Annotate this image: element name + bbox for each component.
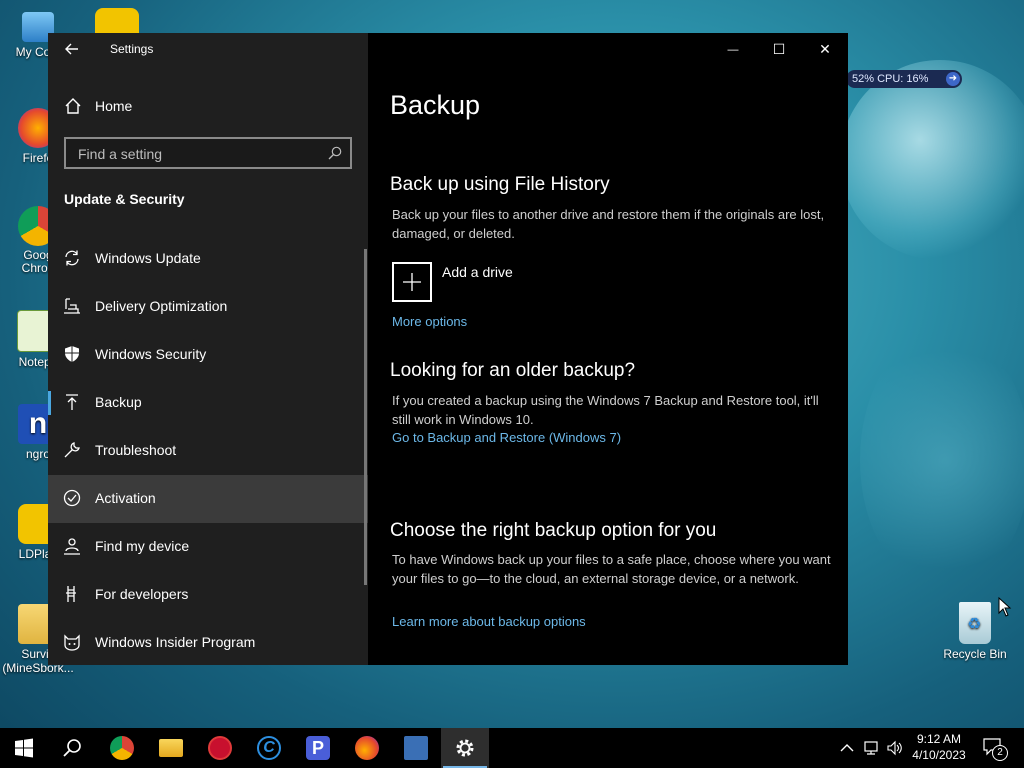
right-option-description: To have Windows back up your files to a … [392, 552, 831, 586]
taskbar-p-app[interactable]: P [294, 728, 342, 768]
back-arrow-icon[interactable] [62, 39, 82, 59]
close-icon: ✕ [819, 41, 831, 57]
sidebar-item-delivery-optimization[interactable]: Delivery Optimization [48, 283, 368, 331]
sidebar-item-windows-security[interactable]: Windows Security [48, 331, 368, 379]
sidebar-item-label: Troubleshoot [95, 442, 177, 458]
settings-gear-icon [456, 739, 474, 757]
ldplayer-icon [95, 8, 139, 34]
recycle-bin-icon: ♻ [959, 602, 991, 644]
nav-home-label: Home [95, 98, 133, 114]
chrome-icon [110, 736, 134, 760]
start-icon [15, 738, 33, 758]
right-option-heading: Choose the right backup option for you [390, 520, 717, 541]
chevron-up-icon[interactable] [840, 742, 854, 754]
insider-cat-icon [64, 634, 80, 651]
sidebar-item-label: Delivery Optimization [95, 298, 228, 314]
red-app-icon [208, 736, 232, 760]
search-icon [63, 739, 81, 757]
mouse-cursor [998, 597, 1012, 617]
learn-more-backup-link[interactable]: Learn more about backup options [392, 614, 586, 629]
network-icon[interactable] [862, 740, 880, 756]
settings-window: Settings Home Update & Security Windows … [48, 33, 848, 665]
nav-list: Windows Update Delivery Optimization Win… [48, 235, 368, 667]
sidebar-item-label: Backup [95, 394, 142, 410]
sidebar-item-troubleshoot[interactable]: Troubleshoot [48, 427, 368, 475]
clock-date: 4/10/2023 [912, 748, 966, 762]
p-app-icon: P [306, 736, 330, 760]
title-bar: Settings [48, 33, 368, 65]
backup-restore-win7-link[interactable]: Go to Backup and Restore (Windows 7) [392, 430, 621, 445]
settings-sidebar: Settings Home Update & Security Windows … [48, 33, 368, 665]
taskbar-ccleaner[interactable]: C [245, 728, 293, 768]
maximize-icon: ☐ [772, 41, 786, 57]
sidebar-item-label: Windows Update [95, 250, 201, 266]
taskbar-firefox[interactable] [343, 728, 391, 768]
developer-icon [66, 586, 76, 602]
sync-icon [65, 250, 79, 266]
sidebar-item-label: Windows Insider Program [95, 634, 256, 650]
person-location-icon [64, 538, 80, 555]
sidebar-item-activation[interactable]: Activation [48, 475, 368, 523]
sidebar-item-label: Find my device [95, 538, 190, 554]
more-options-link[interactable]: More options [392, 314, 467, 329]
wrench-icon [64, 442, 80, 458]
backup-arrow-icon [66, 394, 78, 410]
check-circle-icon [63, 489, 81, 507]
page-title: Backup [390, 90, 481, 120]
search-input[interactable] [76, 145, 320, 163]
window-title: Settings [110, 42, 154, 56]
calculator-icon [404, 736, 428, 760]
taskbar-settings[interactable] [441, 728, 489, 768]
sidebar-item-for-developers[interactable]: For developers [48, 571, 368, 619]
clock[interactable]: 9:12 AM 4/10/2023 [904, 732, 974, 762]
older-backup-description: If you created a backup using the Window… [392, 393, 819, 427]
cpu-usage-text: 52% CPU: 16% [852, 73, 929, 85]
sidebar-item-label: For developers [95, 586, 189, 602]
search-box[interactable] [64, 137, 352, 169]
sidebar-item-find-my-device[interactable]: Find my device [48, 523, 368, 571]
close-button[interactable]: ✕ [802, 33, 848, 65]
taskbar-file-explorer[interactable] [147, 728, 195, 768]
sidebar-item-label: Activation [95, 490, 156, 506]
arrow-right-icon[interactable]: ➜ [946, 72, 960, 86]
volume-icon[interactable] [886, 740, 904, 756]
search-icon[interactable] [328, 146, 342, 160]
notification-count-badge: 2 [992, 745, 1008, 761]
taskbar-calculator[interactable] [392, 728, 440, 768]
clock-time: 9:12 AM [916, 732, 962, 746]
desktop-icon-label: Recycle Bin [943, 647, 1007, 661]
sidebar-item-label: Windows Security [95, 346, 207, 362]
add-drive-button[interactable] [392, 262, 432, 302]
delivery-icon [64, 298, 80, 314]
file-explorer-icon [159, 739, 183, 757]
wallpaper-highlight-2 [860, 330, 1024, 590]
taskbar: C P 9:12 AM 4/10/2023 2 [0, 728, 1024, 768]
shield-icon [65, 346, 79, 362]
taskbar-chrome[interactable] [98, 728, 146, 768]
file-history-description: Back up your files to another drive and … [392, 207, 825, 241]
file-history-heading: Back up using File History [390, 174, 610, 195]
taskbar-red-app[interactable] [196, 728, 244, 768]
nav-home[interactable]: Home [48, 89, 368, 123]
plus-icon [403, 273, 421, 291]
notification-center-button[interactable]: 2 [980, 736, 1008, 761]
home-icon [65, 98, 81, 114]
minimize-icon: — [727, 44, 739, 56]
sidebar-item-windows-insider-program[interactable]: Windows Insider Program [48, 619, 368, 667]
firefox-icon [355, 736, 379, 760]
add-drive-label[interactable]: Add a drive [442, 264, 513, 280]
taskbar-search-button[interactable] [48, 728, 96, 768]
section-title: Update & Security [64, 191, 185, 207]
sidebar-scrollbar[interactable] [364, 249, 367, 585]
minimize-button[interactable]: — [710, 33, 756, 65]
wallpaper-highlight [840, 60, 1024, 260]
older-backup-heading: Looking for an older backup? [390, 360, 636, 381]
sidebar-item-backup[interactable]: Backup [48, 379, 368, 427]
cpu-usage-widget[interactable]: 52% CPU: 16% ➜ [846, 70, 962, 88]
start-button[interactable] [0, 728, 48, 768]
sidebar-item-windows-update[interactable]: Windows Update [48, 235, 368, 283]
maximize-button[interactable]: ☐ [756, 33, 802, 65]
ccleaner-icon: C [257, 736, 281, 760]
settings-content: — ☐ ✕ Backup Back up using File History … [368, 33, 848, 665]
